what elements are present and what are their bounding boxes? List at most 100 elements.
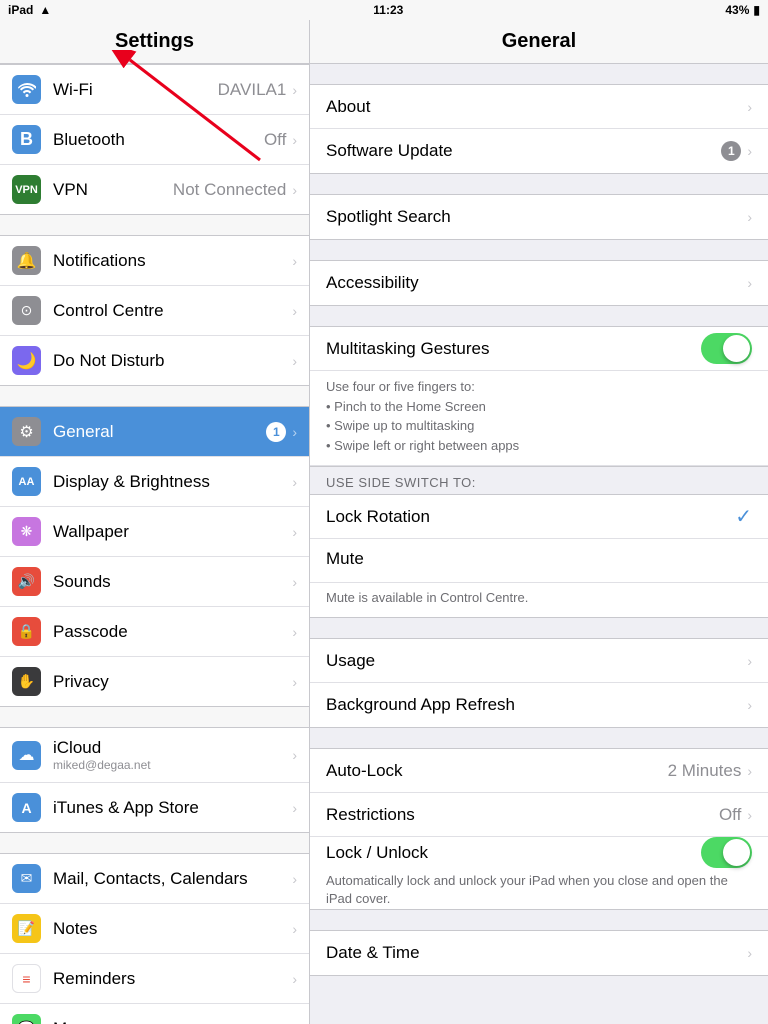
content-row-about[interactable]: About › [310,85,768,129]
sidebar-item-wallpaper[interactable]: ❋ Wallpaper › [0,507,309,557]
privacy-label: Privacy [53,672,292,692]
carrier-label: iPad [8,3,33,17]
status-bar: iPad ▲ 11:23 43% ▮ [0,0,768,20]
content-title: General [310,20,768,64]
content-row-usage[interactable]: Usage › [310,639,768,683]
bluetooth-label: Bluetooth [53,130,264,150]
lockunlock-label: Lock / Unlock [326,843,701,863]
sidebar-item-itunes[interactable]: A iTunes & App Store › [0,783,309,832]
sidebar-item-sounds[interactable]: 🔊 Sounds › [0,557,309,607]
sidebar-item-control[interactable]: ⊙ Control Centre › [0,286,309,336]
donotdisturb-label: Do Not Disturb [53,351,292,371]
chevron-icon: › [292,353,297,369]
autolock-label: Auto-Lock [326,761,668,781]
chevron-icon: › [747,99,752,115]
chevron-icon: › [292,971,297,987]
sidebar-item-general[interactable]: ⚙ General 1 › [0,407,309,457]
icloud-icon: ☁ [12,741,41,770]
chevron-icon: › [747,763,752,779]
itunes-label: iTunes & App Store [53,798,292,818]
lockrotation-label: Lock Rotation [326,507,735,527]
content-panel: General About › Software Update 1 › Spot… [310,20,768,1024]
content-row-datetime[interactable]: Date & Time › [310,931,768,975]
battery-label: 43% [725,3,749,17]
bluetooth-icon: B [12,125,41,154]
content-row-mute[interactable]: Mute [310,539,768,583]
sidebar-group-notifications: 🔔 Notifications › ⊙ Control Centre › 🌙 D… [0,235,309,386]
passcode-label: Passcode [53,622,292,642]
control-icon: ⊙ [12,296,41,325]
sidebar-item-display[interactable]: AA Display & Brightness › [0,457,309,507]
notifications-icon: 🔔 [12,246,41,275]
multitasking-label: Multitasking Gestures [326,339,701,359]
chevron-icon: › [292,524,297,540]
messages-label: Messages [53,1019,292,1024]
content-row-restrictions[interactable]: Restrictions Off › [310,793,768,837]
general-badge: 1 [266,422,286,442]
multitasking-toggle[interactable] [701,333,752,364]
sidebar-item-vpn[interactable]: VPN VPN Not Connected › [0,165,309,214]
sidebar-title: Settings [0,20,309,64]
sidebar-item-donotdisturb[interactable]: 🌙 Do Not Disturb › [0,336,309,385]
vpn-label: VPN [53,180,173,200]
sidebar-item-notes[interactable]: 📝 Notes › [0,904,309,954]
content-row-backgroundrefresh[interactable]: Background App Refresh › [310,683,768,727]
reminders-label: Reminders [53,969,292,989]
lockunlock-toggle[interactable] [701,837,752,868]
sidebar-item-icloud[interactable]: ☁ iCloud miked@degaa.net › [0,728,309,783]
icloud-label: iCloud [53,738,292,758]
sidebar-group-apps: ✉ Mail, Contacts, Calendars › 📝 Notes › … [0,853,309,1024]
display-icon: AA [12,467,41,496]
sidebar-item-passcode[interactable]: 🔒 Passcode › [0,607,309,657]
content-row-softwareupdate[interactable]: Software Update 1 › [310,129,768,173]
notes-label: Notes [53,919,292,939]
mail-icon: ✉ [12,864,41,893]
chevron-icon: › [747,653,752,669]
usage-label: Usage [326,651,747,671]
chevron-icon: › [292,574,297,590]
mute-label: Mute [326,549,364,572]
sidebar-item-bluetooth[interactable]: B Bluetooth Off › [0,115,309,165]
sidebar-item-privacy[interactable]: ✋ Privacy › [0,657,309,706]
chevron-icon: › [292,303,297,319]
chevron-icon: › [747,697,752,713]
content-row-accessibility[interactable]: Accessibility › [310,261,768,305]
chevron-icon: › [292,132,297,148]
chevron-icon: › [292,1021,297,1024]
content-row-spotlight[interactable]: Spotlight Search › [310,195,768,239]
sidebar: Settings Wi-Fi DAVILA1 › [0,20,310,1024]
restrictions-value: Off [719,805,741,825]
content-row-lockunlock[interactable]: Lock / Unlock Automatically lock and unl… [310,837,768,908]
sidebar-item-wifi[interactable]: Wi-Fi DAVILA1 › [0,65,309,115]
sideswitch-section-label: USE SIDE SWITCH TO: [310,467,768,494]
softwareupdate-label: Software Update [326,141,721,161]
donotdisturb-icon: 🌙 [12,346,41,375]
content-group-usage: Usage › Background App Refresh › [310,638,768,728]
sidebar-item-messages[interactable]: 💬 Messages › [0,1004,309,1024]
wallpaper-label: Wallpaper [53,522,292,542]
privacy-icon: ✋ [12,667,41,696]
display-label: Display & Brightness [53,472,292,492]
content-group-spotlight: Spotlight Search › [310,194,768,240]
general-icon: ⚙ [12,417,41,446]
chevron-icon: › [747,275,752,291]
multitasking-description: Use four or five fingers to: • Pinch to … [310,371,768,466]
mail-label: Mail, Contacts, Calendars [53,869,292,889]
sounds-icon: 🔊 [12,567,41,596]
sidebar-item-notifications[interactable]: 🔔 Notifications › [0,236,309,286]
chevron-icon: › [292,82,297,98]
content-row-lockrotation[interactable]: Lock Rotation ✓ [310,495,768,539]
bluetooth-value: Off [264,130,286,150]
sidebar-item-reminders[interactable]: ≡ Reminders › [0,954,309,1004]
about-label: About [326,97,747,117]
sidebar-item-mail[interactable]: ✉ Mail, Contacts, Calendars › [0,854,309,904]
content-row-multitasking[interactable]: Multitasking Gestures [310,327,768,371]
chevron-icon: › [292,182,297,198]
backgroundrefresh-label: Background App Refresh [326,695,747,715]
content-group-datetime: Date & Time › [310,930,768,976]
itunes-icon: A [12,793,41,822]
battery-icon: ▮ [753,3,760,17]
content-row-autolock[interactable]: Auto-Lock 2 Minutes › [310,749,768,793]
wallpaper-icon: ❋ [12,517,41,546]
time-label: 11:23 [373,3,403,17]
